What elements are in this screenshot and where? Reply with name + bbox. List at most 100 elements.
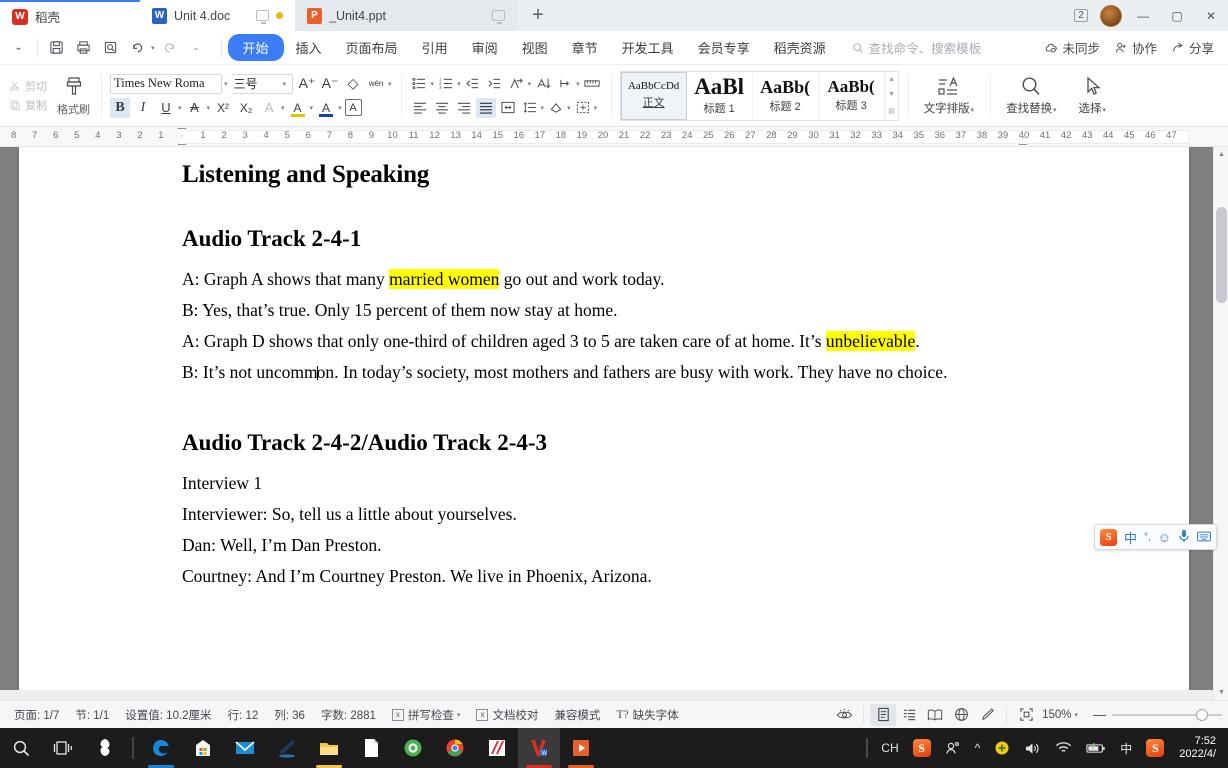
zoom-knob[interactable] (1196, 708, 1208, 721)
file-explorer-icon[interactable] (308, 728, 350, 768)
document-page[interactable]: Listening and Speaking Audio Track 2-4-1… (19, 147, 1189, 700)
font-color-caret[interactable]: ▾ (338, 104, 342, 112)
shrink-font-button[interactable]: A⁻ (320, 74, 340, 94)
pinyin-guide-button[interactable]: wén (366, 74, 386, 94)
zoom-track[interactable] (1112, 708, 1222, 721)
tray-snagit-icon[interactable]: S (906, 739, 938, 757)
font-family-input[interactable]: Times New Roma (110, 73, 222, 94)
style-scroll-down-icon[interactable]: ▼ (888, 91, 895, 98)
smart-typeset-caret[interactable]: ▾ (528, 80, 532, 88)
volume-icon[interactable] (1017, 741, 1048, 756)
align-left-icon[interactable] (410, 98, 430, 118)
borders-icon[interactable] (573, 98, 593, 118)
line-spacing-icon[interactable] (520, 98, 540, 118)
close-button[interactable]: ✕ (1194, 0, 1228, 31)
share-button[interactable]: 分享 (1171, 38, 1214, 57)
status-word-count[interactable]: 字数: 2881 (313, 707, 384, 723)
style-normal[interactable]: AaBbCcDd 正文 (620, 71, 687, 120)
menu-member[interactable]: 会员专享 (686, 34, 762, 61)
align-right-icon[interactable] (454, 98, 474, 118)
tray-language-label[interactable]: CH (874, 741, 905, 755)
sogou-ime-toolbar[interactable]: S 中 °, ☺ (1094, 524, 1218, 550)
select-caret[interactable]: ▾ (1101, 107, 1106, 114)
scrollbar-thumb[interactable] (1216, 207, 1227, 303)
avatar[interactable] (1096, 0, 1126, 31)
superscript-button[interactable]: X² (213, 98, 233, 118)
collaborate-button[interactable]: 协作 (1114, 38, 1157, 57)
status-proofread[interactable]: x 文档校对 (468, 707, 546, 723)
status-compat-mode[interactable]: 兼容模式 (546, 707, 608, 723)
status-missing-font[interactable]: T? 缺失字体 (608, 707, 686, 723)
distribute-icon[interactable] (498, 98, 518, 118)
minimize-button[interactable]: — (1126, 0, 1160, 31)
tab-wps-home[interactable]: W 稻壳 (0, 0, 140, 31)
status-page[interactable]: 页面: 1/7 (6, 707, 67, 723)
vertical-scrollbar[interactable]: ▲ ▼ (1213, 147, 1228, 700)
style-heading1[interactable]: AaBl 标题 1 (687, 71, 753, 120)
ruler-icon[interactable] (582, 74, 602, 94)
style-expand-icon[interactable]: ▤ (888, 107, 895, 115)
select-button[interactable]: 选择 ▾ (1068, 75, 1117, 116)
menu-section[interactable]: 章节 (560, 34, 610, 61)
wps-presentation-icon[interactable] (560, 728, 602, 768)
strikethrough-caret[interactable]: ▾ (207, 104, 211, 112)
tab-unit4-doc[interactable]: W Unit 4.doc (140, 0, 295, 31)
undo-icon[interactable] (125, 35, 150, 60)
style-heading2[interactable]: AaBb( 标题 2 (753, 71, 819, 120)
save-icon[interactable] (44, 35, 69, 60)
ime-keyboard-icon[interactable] (1197, 530, 1212, 545)
collapse-ribbon-icon[interactable]: ⌄ (6, 35, 31, 60)
status-line[interactable]: 行: 12 (220, 707, 267, 723)
borders-caret[interactable]: ▾ (594, 104, 598, 112)
web-view-icon[interactable] (948, 704, 974, 726)
360-browser-icon[interactable] (392, 728, 434, 768)
clock[interactable]: 7:52 2022/4/ (1171, 735, 1224, 761)
align-center-icon[interactable] (432, 98, 452, 118)
command-search[interactable]: 查找命令、搜索模板 (852, 38, 981, 57)
outline-view-icon[interactable] (896, 704, 922, 726)
font-color-button[interactable]: A (316, 98, 336, 118)
numbering-caret[interactable]: ▾ (457, 80, 461, 88)
subscript-button[interactable]: X₂ (236, 98, 256, 118)
menu-start[interactable]: 开始 (227, 34, 284, 61)
cast-monitor-icon[interactable] (256, 10, 269, 24)
zoom-slider[interactable]: — (1081, 707, 1222, 722)
document-canvas[interactable]: Listening and Speaking Audio Track 2-4-1… (0, 147, 1228, 700)
status-position[interactable]: 设置值: 10.2厘米 (117, 707, 219, 723)
wps-writer-icon[interactable]: W (518, 728, 560, 768)
line-spacing-caret[interactable]: ▾ (541, 104, 545, 112)
print-preview-icon[interactable] (98, 35, 123, 60)
zoom-level[interactable]: 150% ▾ (1039, 709, 1081, 721)
decrease-indent-icon[interactable] (463, 74, 483, 94)
find-caret[interactable]: ▾ (1051, 107, 1057, 114)
security-icon[interactable] (987, 740, 1017, 756)
sort-icon[interactable] (533, 74, 553, 94)
pinyin-caret[interactable]: ▾ (388, 80, 392, 88)
spellcheck-caret[interactable]: ▾ (457, 711, 461, 719)
numbered-list-icon[interactable]: 123 (436, 74, 456, 94)
status-spellcheck[interactable]: x 拼写检查 ▾ (384, 707, 469, 723)
menu-page-layout[interactable]: 页面布局 (334, 34, 410, 61)
align-justify-icon[interactable] (475, 97, 496, 118)
chrome-icon[interactable] (434, 728, 476, 768)
status-column[interactable]: 列: 36 (266, 707, 313, 723)
underline-caret[interactable]: ▾ (178, 104, 182, 112)
bullet-list-icon[interactable] (410, 74, 430, 94)
menu-references[interactable]: 引用 (410, 34, 460, 61)
tray-sogou-icon[interactable]: S (1139, 739, 1171, 757)
highlight-caret[interactable]: ▾ (310, 104, 314, 112)
marks-caret[interactable]: ▾ (576, 80, 580, 88)
bold-button[interactable]: B (110, 97, 130, 118)
redo-icon[interactable] (157, 35, 182, 60)
tray-expand-chevron-icon[interactable]: ^ (968, 741, 988, 755)
menu-view[interactable]: 视图 (510, 34, 560, 61)
print-icon[interactable] (71, 35, 96, 60)
text-typeset-button[interactable]: 文字排版 ▾ (913, 75, 985, 116)
italic-button[interactable]: I (133, 98, 153, 118)
tab-count-badge[interactable]: 2 (1066, 0, 1096, 31)
show-paragraph-marks-icon[interactable] (555, 74, 575, 94)
wifi-icon[interactable] (1048, 741, 1079, 755)
zoom-caret[interactable]: ▾ (1074, 711, 1078, 719)
font-size-caret[interactable]: ▾ (283, 80, 287, 88)
menu-review[interactable]: 审阅 (460, 34, 510, 61)
